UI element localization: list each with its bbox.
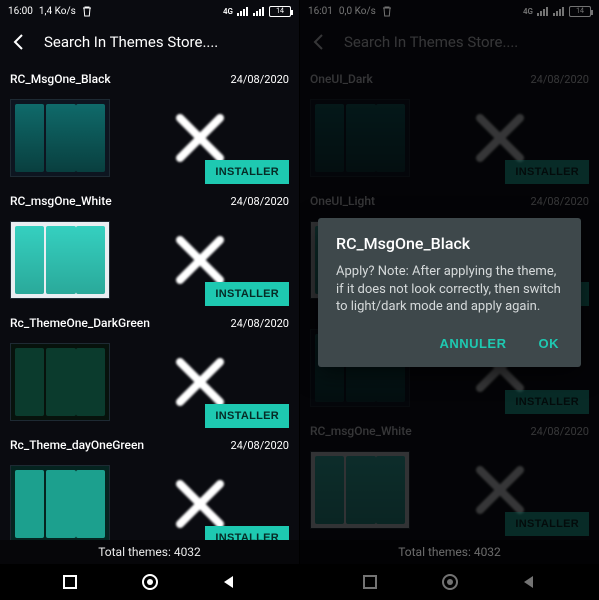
theme-date: 24/08/2020 bbox=[230, 439, 289, 452]
cancel-button[interactable]: ANNULER bbox=[435, 330, 510, 357]
close-icon[interactable] bbox=[110, 110, 289, 166]
nav-back-icon[interactable] bbox=[220, 573, 238, 591]
install-button[interactable]: INSTALLER bbox=[205, 404, 289, 428]
signal-icon-2 bbox=[253, 6, 265, 16]
ok-button[interactable]: OK bbox=[535, 330, 564, 357]
theme-date: 24/08/2020 bbox=[230, 195, 289, 208]
theme-date: 24/08/2020 bbox=[230, 73, 289, 86]
theme-thumbnail[interactable] bbox=[10, 465, 110, 540]
theme-name: RC_msgOne_White bbox=[10, 194, 112, 208]
theme-thumbnail[interactable] bbox=[10, 99, 110, 177]
theme-item[interactable]: Rc_Theme_dayOneGreen 24/08/2020 INSTALLER bbox=[0, 428, 299, 540]
nav-bar bbox=[0, 564, 299, 600]
search-input[interactable]: Search In Themes Store.... bbox=[44, 33, 218, 51]
apply-dialog: RC_MsgOne_Black Apply? Note: After apply… bbox=[318, 218, 581, 367]
status-time: 16:00 bbox=[8, 6, 33, 17]
install-button[interactable]: INSTALLER bbox=[205, 526, 289, 540]
close-icon[interactable] bbox=[110, 476, 289, 532]
status-net-rate: 1,4 Ko/s bbox=[39, 6, 76, 17]
app-header: Search In Themes Store.... bbox=[0, 22, 299, 62]
battery-icon: 14 bbox=[269, 6, 291, 17]
footer-total: Total themes: 4032 bbox=[0, 540, 299, 564]
theme-item[interactable]: Rc_ThemeOne_DarkGreen 24/08/2020 INSTALLER bbox=[0, 306, 299, 428]
theme-thumbnail[interactable] bbox=[10, 343, 110, 421]
theme-item[interactable]: RC_MsgOne_Black 24/08/2020 INSTALLER bbox=[0, 62, 299, 184]
lte-icon: 4G bbox=[223, 7, 233, 16]
theme-name: Rc_ThemeOne_DarkGreen bbox=[10, 316, 150, 330]
status-bar: 16:00 1,4 Ko/s 4G 14 bbox=[0, 0, 299, 22]
theme-item[interactable]: RC_msgOne_White 24/08/2020 INSTALLER bbox=[0, 184, 299, 306]
dialog-title: RC_MsgOne_Black bbox=[336, 234, 563, 253]
close-icon[interactable] bbox=[110, 354, 289, 410]
screen-left: 16:00 1,4 Ko/s 4G 14 Search In Themes St… bbox=[0, 0, 299, 600]
back-icon[interactable] bbox=[10, 32, 30, 52]
theme-thumbnail[interactable] bbox=[10, 221, 110, 299]
dialog-body: Apply? Note: After applying the theme, i… bbox=[336, 263, 563, 316]
signal-icon bbox=[237, 6, 249, 16]
install-button[interactable]: INSTALLER bbox=[205, 282, 289, 306]
trash-icon bbox=[82, 6, 92, 17]
screen-right: 16:01 0,0 Ko/s 4G 14 Search In Themes St… bbox=[300, 0, 599, 600]
install-button[interactable]: INSTALLER bbox=[205, 160, 289, 184]
theme-date: 24/08/2020 bbox=[230, 317, 289, 330]
close-icon[interactable] bbox=[110, 232, 289, 288]
theme-name: RC_MsgOne_Black bbox=[10, 72, 111, 86]
nav-home-icon[interactable] bbox=[140, 572, 160, 592]
themes-list[interactable]: RC_MsgOne_Black24/08/2020INSTALLERRC_msg… bbox=[0, 62, 299, 540]
theme-name: Rc_Theme_dayOneGreen bbox=[10, 438, 144, 452]
nav-recent-icon[interactable] bbox=[61, 573, 79, 591]
